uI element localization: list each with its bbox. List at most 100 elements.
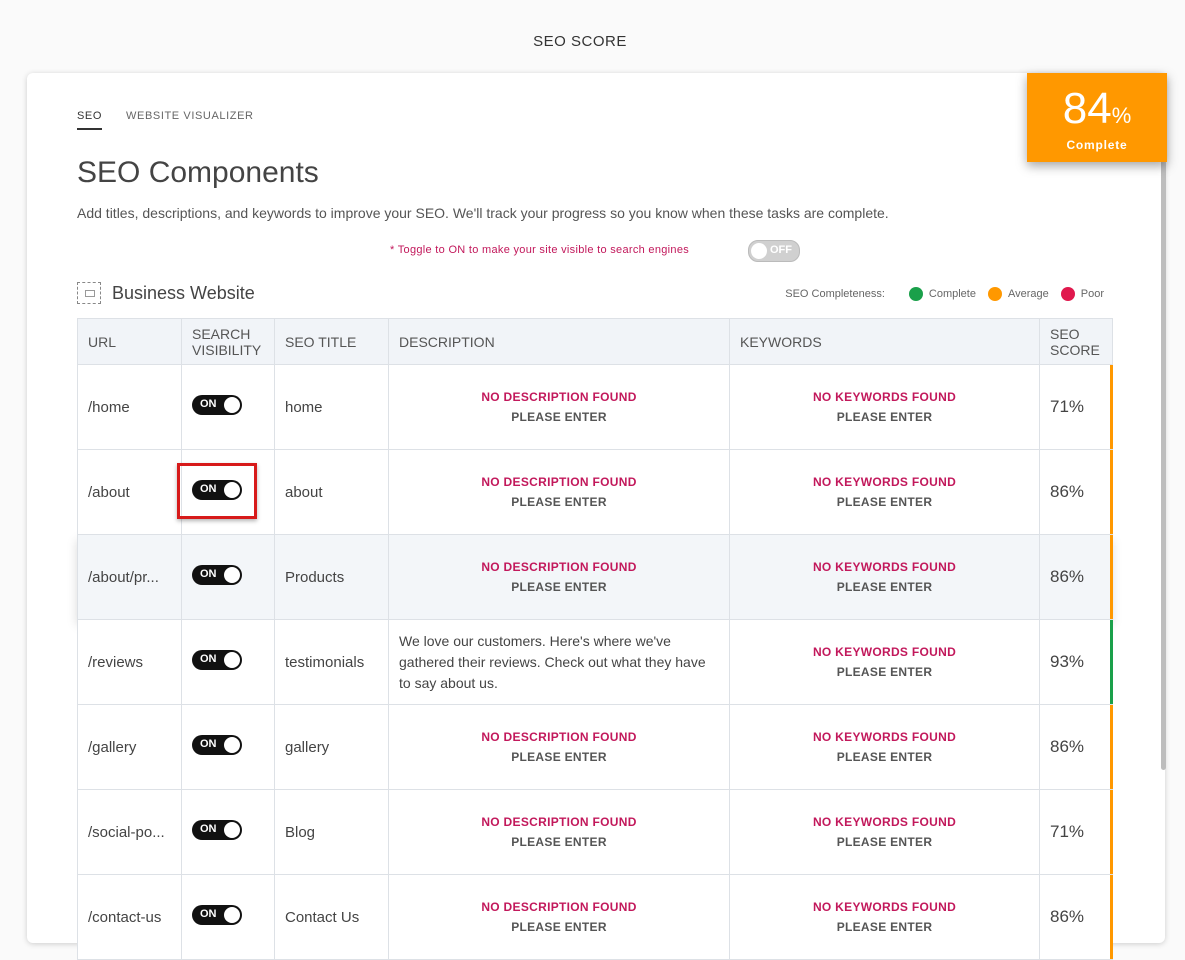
please-enter-link[interactable]: PLEASE ENTER [740, 920, 1029, 934]
description-cell[interactable]: We love our customers. Here's where we'v… [388, 619, 730, 705]
seo-score-cell: 86% [1039, 704, 1113, 790]
table-row[interactable]: /reviews ON testimonials We love our custom… [77, 619, 1113, 705]
description-cell[interactable]: NO DESCRIPTION FOUND PLEASE ENTER [388, 704, 730, 790]
table-row[interactable]: /home ON home NO DESCRIPTION FOUND PLEASE EN… [77, 364, 1113, 450]
toggle-knob [751, 243, 767, 259]
header-description: DESCRIPTION [388, 318, 730, 365]
url-cell: /about [77, 449, 182, 535]
seo-score-cell: 71% [1039, 364, 1113, 450]
visibility-toggle[interactable]: ON [192, 905, 242, 925]
description-cell[interactable]: NO DESCRIPTION FOUND PLEASE ENTER [388, 789, 730, 875]
missing-description-label: NO DESCRIPTION FOUND [481, 900, 637, 914]
header-search-visibility: SEARCH VISIBILITY [181, 318, 275, 365]
seo-score-cell: 86% [1039, 534, 1113, 620]
legend-item-average: Average [987, 287, 1049, 301]
visibility-toggle[interactable]: ON [192, 820, 242, 840]
section-heading: SEO Components [77, 156, 319, 189]
visibility-toggle[interactable]: ON [192, 395, 242, 415]
description-cell[interactable]: NO DESCRIPTION FOUND PLEASE ENTER [388, 449, 730, 535]
seo-score-cell: 71% [1039, 789, 1113, 875]
url-cell: /contact-us [77, 874, 182, 960]
description-cell[interactable]: NO DESCRIPTION FOUND PLEASE ENTER [388, 534, 730, 620]
keywords-cell[interactable]: NO KEYWORDS FOUND PLEASE ENTER [729, 704, 1040, 790]
keywords-cell[interactable]: NO KEYWORDS FOUND PLEASE ENTER [729, 364, 1040, 450]
missing-description-label: NO DESCRIPTION FOUND [481, 815, 637, 829]
description-cell[interactable]: NO DESCRIPTION FOUND PLEASE ENTER [388, 364, 730, 450]
status-bar [1110, 450, 1113, 534]
tab-seo[interactable]: SEO [77, 110, 103, 130]
keywords-cell[interactable]: NO KEYWORDS FOUND PLEASE ENTER [729, 449, 1040, 535]
missing-description-label: NO DESCRIPTION FOUND [481, 730, 637, 744]
seo-score-value: 71% [1050, 397, 1085, 416]
visibility-toggle[interactable]: ON [192, 735, 242, 755]
orange-dot-icon [987, 287, 1002, 301]
status-bar [1110, 875, 1113, 959]
legend-item-poor: Poor [1060, 287, 1104, 301]
please-enter-link[interactable]: PLEASE ENTER [399, 750, 719, 764]
legend-item-complete: Complete [908, 287, 976, 301]
description-text: We love our customers. Here's where we'v… [399, 632, 706, 691]
visibility-cell: ON [181, 534, 275, 620]
please-enter-link[interactable]: PLEASE ENTER [740, 495, 1029, 509]
please-enter-link[interactable]: PLEASE ENTER [740, 665, 1029, 679]
header-text: VISIBILITY [192, 341, 262, 358]
table-row[interactable]: /contact-us ON Contact Us NO DESCRIPTION FO… [77, 874, 1113, 960]
seo-title-cell[interactable]: Contact Us [274, 874, 389, 960]
keywords-cell[interactable]: NO KEYWORDS FOUND PLEASE ENTER [729, 534, 1040, 620]
please-enter-link[interactable]: PLEASE ENTER [740, 410, 1029, 424]
please-enter-link[interactable]: PLEASE ENTER [399, 495, 719, 509]
url-cell: /gallery [77, 704, 182, 790]
status-bar [1110, 535, 1113, 619]
header-text: SCORE [1050, 341, 1100, 358]
keywords-cell[interactable]: NO KEYWORDS FOUND PLEASE ENTER [729, 874, 1040, 960]
table-row[interactable]: /about/pr... ON Products NO DESCRIPTION FOU… [77, 534, 1113, 620]
visibility-hint: * Toggle to ON to make your site visible… [390, 244, 690, 256]
seo-score-cell: 86% [1039, 449, 1113, 535]
missing-description-label: NO DESCRIPTION FOUND [481, 560, 637, 574]
toggle-knob [224, 397, 240, 413]
scrollbar[interactable] [1161, 160, 1166, 770]
score-value: 84 [1062, 84, 1112, 133]
toggle-knob [224, 737, 240, 753]
description-cell[interactable]: NO DESCRIPTION FOUND PLEASE ENTER [388, 874, 730, 960]
please-enter-link[interactable]: PLEASE ENTER [740, 835, 1029, 849]
visibility-toggle[interactable]: ON [192, 565, 242, 585]
please-enter-link[interactable]: PLEASE ENTER [740, 750, 1029, 764]
visibility-cell: ON [181, 874, 275, 960]
seo-title-cell[interactable]: about [274, 449, 389, 535]
tab-bar: SEO WEBSITE VISUALIZER [77, 110, 254, 130]
table-header-row: URL SEARCH VISIBILITY SEO TITLE DESCRIPTI… [77, 318, 1113, 365]
tab-website-visualizer[interactable]: WEBSITE VISUALIZER [126, 110, 254, 130]
please-enter-link[interactable]: PLEASE ENTER [399, 835, 719, 849]
please-enter-link[interactable]: PLEASE ENTER [399, 920, 719, 934]
visibility-cell: ON [181, 364, 275, 450]
legend-item-label: Complete [928, 288, 976, 300]
missing-keywords-label: NO KEYWORDS FOUND [812, 900, 957, 914]
seo-score-value: 86% [1050, 907, 1085, 926]
seo-title-cell[interactable]: Products [274, 534, 389, 620]
visibility-cell: ON [181, 619, 275, 705]
keywords-cell[interactable]: NO KEYWORDS FOUND PLEASE ENTER [729, 789, 1040, 875]
seo-title-cell[interactable]: testimonials [274, 619, 389, 705]
table-row[interactable]: /social-po... ON Blog NO DESCRIPTION FOUND P… [77, 789, 1113, 875]
table-row[interactable]: /gallery ON gallery NO DESCRIPTION FOUND PLE… [77, 704, 1113, 790]
red-dot-icon [1060, 287, 1075, 301]
header-text: SEO [1050, 325, 1080, 342]
global-visibility-toggle[interactable]: OFF [748, 240, 800, 262]
toggle-label: ON [200, 398, 217, 410]
please-enter-link[interactable]: PLEASE ENTER [399, 580, 719, 594]
please-enter-link[interactable]: PLEASE ENTER [399, 410, 719, 424]
missing-keywords-label: NO KEYWORDS FOUND [812, 390, 957, 404]
seo-title-cell[interactable]: gallery [274, 704, 389, 790]
seo-title-cell[interactable]: home [274, 364, 389, 450]
visibility-cell: ON [181, 789, 275, 875]
keywords-cell[interactable]: NO KEYWORDS FOUND PLEASE ENTER [729, 619, 1040, 705]
seo-title-cell[interactable]: Blog [274, 789, 389, 875]
legend-item-label: Poor [1080, 288, 1104, 300]
status-bar [1110, 365, 1113, 449]
please-enter-link[interactable]: PLEASE ENTER [740, 580, 1029, 594]
toggle-label: OFF [770, 244, 792, 256]
status-bar [1110, 620, 1113, 704]
url-cell: /about/pr... [77, 534, 182, 620]
visibility-toggle[interactable]: ON [192, 650, 242, 670]
